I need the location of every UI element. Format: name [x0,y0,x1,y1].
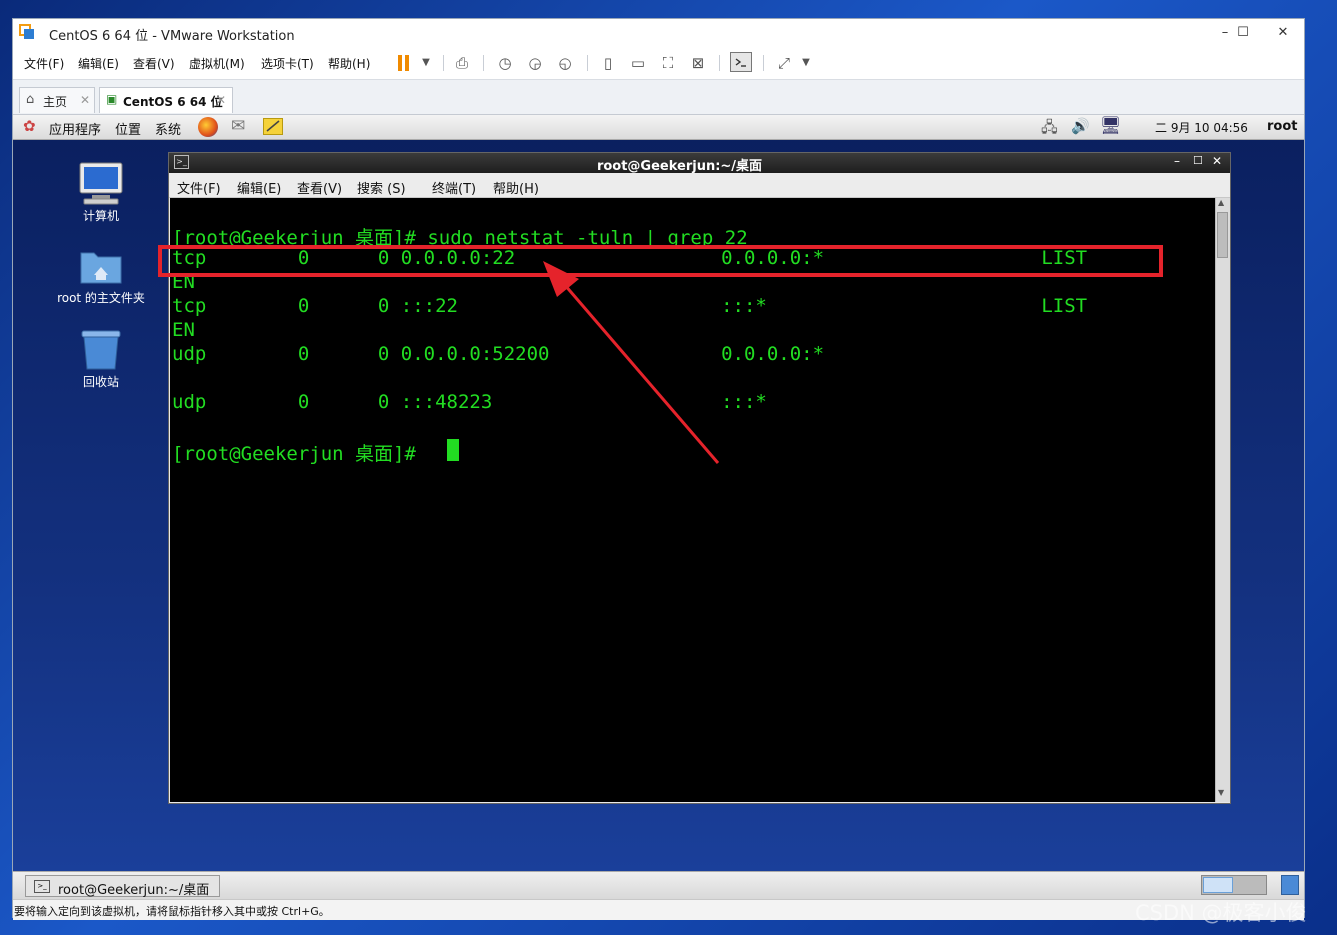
maximize-button[interactable]: ☐ [1231,23,1255,43]
toolbar-separator [719,55,720,71]
terminal-menu-search[interactable]: 搜索 (S) [357,178,406,197]
tab-home-label: 主页 [43,95,68,109]
close-button[interactable]: ✕ [1271,23,1295,43]
menu-help[interactable]: 帮助(H) [328,55,370,72]
menu-edit[interactable]: 编辑(E) [78,55,119,72]
menu-bar: 文件(F) 编辑(E) 查看(V) 虚拟机(M) 选项卡(T) 帮助(H) ▼ … [13,47,1304,80]
console-view-icon[interactable] [730,52,752,72]
close-icon[interactable]: ✕ [1212,154,1222,168]
sidebar-view-icon[interactable]: ▯ [597,53,619,73]
terminal-menu-file[interactable]: 文件(F) [177,178,221,197]
terminal-menu-terminal[interactable]: 终端(T) [432,178,476,197]
gnome-foot-icon: ✿ [23,117,36,135]
chevron-down-icon[interactable]: ▼ [415,53,437,73]
terminal-menu-edit[interactable]: 编辑(E) [237,178,281,197]
tab-home[interactable]: ⌂ 主页 ✕ [19,87,95,113]
tab-centos[interactable]: ▣ CentOS 6 64 位 ✕ [99,87,233,113]
trash-icon[interactable] [1281,875,1299,895]
close-icon[interactable]: ✕ [216,93,226,107]
vm-running-icon: ▣ [106,92,118,106]
toolbar-separator [483,55,484,71]
tab-centos-label: CentOS 6 64 位 [123,95,223,109]
terminal-app-icon: >_ [34,880,50,893]
terminal-line: EN [172,319,195,341]
unity-icon[interactable]: ⊠ [687,53,709,73]
terminal-menu-view[interactable]: 查看(V) [297,178,342,197]
terminal-scrollbar[interactable]: ▲ ▼ [1215,198,1230,802]
terminal-cursor [447,439,459,461]
mail-icon[interactable]: ✉ [231,116,245,136]
menu-file[interactable]: 文件(F) [24,55,64,72]
vmware-logo-icon [19,24,35,40]
desktop-icon-computer[interactable]: 计算机 [51,161,151,224]
panel-menu-places[interactable]: 位置 [115,119,141,138]
snapshot-icon[interactable]: ◷ [494,53,516,73]
taskbar-terminal-item[interactable]: >_ root@Geekerjun:~/桌面 [25,875,220,898]
desktop-icon-home[interactable]: root 的主文件夹 [51,245,151,306]
text-editor-icon[interactable] [263,118,283,135]
menu-vm[interactable]: 虚拟机(M) [189,55,245,72]
panel-menu-applications[interactable]: 应用程序 [49,119,101,138]
gnome-top-panel: ✿ 应用程序 位置 系统 ✉ 🖧 🔊 🖥 二 9月 10 04:56 root [13,115,1304,140]
chevron-down-icon[interactable]: ▼ [795,53,817,73]
display-icon[interactable]: 🖥 [1100,116,1122,136]
home-folder-icon [78,245,124,287]
taskbar-item-label: root@Geekerjun:~/桌面 [58,883,210,898]
snapshot-manager-icon[interactable]: ◵ [554,53,576,73]
terminal-prompt-line: [root@Geekerjun 桌面]# [172,443,428,465]
send-ctrl-alt-del-icon[interactable]: ⎙ [451,53,473,73]
scroll-up-icon[interactable]: ▲ [1218,198,1224,207]
terminal-title: root@Geekerjun:~/桌面 [596,159,763,174]
computer-icon [78,161,124,205]
guest-taskbar: >_ root@Geekerjun:~/桌面 [13,871,1304,900]
stretch-icon[interactable]: ⤢ [773,53,795,73]
panel-user[interactable]: root [1267,119,1298,134]
network-icon[interactable]: 🖧 [1041,117,1058,142]
pause-icon[interactable] [397,54,411,76]
desktop-icon-label: 回收站 [82,375,119,389]
home-icon: ⌂ [26,92,35,107]
workspace-1[interactable] [1203,877,1233,893]
panel-menu-system[interactable]: 系统 [155,119,181,138]
status-bar: 要将输入定向到该虚拟机，请将鼠标指针移入其中或按 Ctrl+G。 [13,899,1304,920]
desktop-icon-label: root 的主文件夹 [57,291,145,305]
desktop-icon-label: 计算机 [82,209,119,223]
fullscreen-icon[interactable]: ⛶ [657,53,679,73]
menu-view[interactable]: 查看(V) [133,55,175,72]
status-text: 要将输入定向到该虚拟机，请将鼠标指针移入其中或按 Ctrl+G。 [14,905,330,918]
toolbar-separator [587,55,588,71]
tab-bar: ⌂ 主页 ✕ ▣ CentOS 6 64 位 ✕ [13,80,1304,115]
thumbnail-view-icon[interactable]: ▭ [627,53,649,73]
panel-clock[interactable]: 二 9月 10 04:56 [1155,119,1248,136]
annotation-arrow [543,261,720,464]
revert-snapshot-icon[interactable]: ◶ [524,53,546,73]
terminal-title-bar: >_ root@Geekerjun:~/桌面 – ☐ ✕ [169,153,1230,174]
trash-icon [78,327,124,371]
scroll-down-icon[interactable]: ▼ [1218,788,1224,797]
vmware-window: CentOS 6 64 位 - VMware Workstation – ☐ ✕… [12,18,1305,920]
guest-display[interactable]: ✿ 应用程序 位置 系统 ✉ 🖧 🔊 🖥 二 9月 10 04:56 root … [13,115,1304,871]
minimize-icon[interactable]: – [1174,154,1180,168]
watermark: CSDN @极客小俊 [1135,901,1307,925]
workspace-switcher[interactable] [1201,875,1267,895]
toolbar-separator [443,55,444,71]
toolbar-separator [763,55,764,71]
menu-tabs[interactable]: 选项卡(T) [261,55,314,72]
terminal-menu-help[interactable]: 帮助(H) [493,178,539,197]
desktop-icon-trash[interactable]: 回收站 [51,327,151,390]
firefox-icon[interactable] [198,117,218,137]
volume-icon[interactable]: 🔊 [1071,117,1090,135]
window-title: CentOS 6 64 位 - VMware Workstation [49,29,295,44]
terminal-menu-bar: 文件(F) 编辑(E) 查看(V) 搜索 (S) 终端(T) 帮助(H) [169,173,1230,198]
close-icon[interactable]: ✕ [80,93,90,107]
maximize-icon[interactable]: ☐ [1193,154,1203,167]
scrollbar-thumb[interactable] [1217,212,1228,258]
title-bar: CentOS 6 64 位 - VMware Workstation – ☐ ✕ [13,19,1304,47]
